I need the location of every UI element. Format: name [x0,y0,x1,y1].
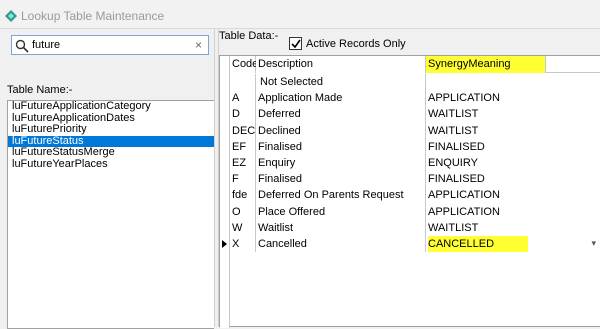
synergy-meaning-value: APPLICATION [428,205,500,218]
window-title: Lookup Table Maintenance [21,9,165,23]
table-row[interactable]: EF Finalised FINALISED [230,138,600,155]
cell-code[interactable]: W [230,219,256,236]
synergy-meaning-value: WAITLIST [428,108,479,121]
synergy-meaning-value: FINALISED [428,173,485,186]
table-row[interactable]: A Application Made APPLICATION [230,90,600,107]
cell-description[interactable]: Enquiry [256,155,426,172]
cell-synergy-meaning[interactable]: WAITLIST [426,220,600,236]
left-pane: future × Table Name:- luFutureApplicatio… [0,29,214,329]
synergy-meaning-value: WAITLIST [428,221,479,234]
synergy-meaning-value: ENQUIRY [428,157,478,169]
synergy-meaning-value: CANCELLED [428,236,529,252]
table-row[interactable]: O Place Offered APPLICATION [230,203,600,220]
table-list-item[interactable]: luFutureYearPlaces [8,158,214,171]
column-header-description[interactable]: Description [256,56,426,73]
checkmark-icon [291,39,301,49]
right-pane: Table Data:- Active Records Only Code De… [219,29,600,328]
table-name-label: Table Name:- [7,84,73,96]
search-input[interactable]: future × [11,35,209,55]
cell-code[interactable]: F [230,171,256,188]
cell-description[interactable]: Waitlist [256,219,426,236]
table-list[interactable]: luFutureApplicationCategory luFutureAppli… [7,100,214,329]
cell-code[interactable]: DEC [230,122,256,139]
table-row[interactable]: EZ Enquiry ENQUIRY [230,155,600,172]
cell-description[interactable]: Deferred [256,106,426,123]
cell-code[interactable]: D [230,106,256,123]
cell-synergy-meaning[interactable]: APPLICATION [426,187,600,203]
synergy-meaning-value: APPLICATION [428,189,500,202]
cell-synergy-meaning[interactable]: WAITLIST [426,123,600,139]
cell-description[interactable]: Finalised [256,138,426,155]
title-bar: Lookup Table Maintenance [0,0,600,29]
cell-synergy-meaning[interactable]: FINALISED [426,171,600,187]
column-header-synergy-meaning[interactable]: SynergyMeaning [426,56,546,73]
search-value[interactable]: future [32,39,60,51]
table-row[interactable]: D Deferred WAITLIST [230,106,600,123]
data-grid[interactable]: Code Description SynergyMeaning Not Sele… [219,55,600,328]
table-data-label: Table Data:- [219,30,279,42]
column-header-code[interactable]: Code [230,56,258,73]
checkbox-box[interactable] [289,37,302,50]
cell-description[interactable]: Cancelled [256,236,426,253]
cell-code[interactable]: A [230,90,256,107]
synergy-meaning-value: APPLICATION [428,92,500,105]
table-row[interactable]: Not Selected [230,74,600,91]
cell-description[interactable]: Finalised [256,171,426,188]
cell-synergy-meaning[interactable]: WAITLIST [426,106,600,122]
cell-code[interactable]: O [230,203,256,220]
cell-synergy-meaning[interactable] [426,74,600,90]
table-row[interactable]: DEC Declined WAITLIST [230,122,600,139]
row-indicator-column[interactable] [220,56,230,328]
table-row[interactable]: fde Deferred On Parents Request APPLICATIO… [230,187,600,204]
cell-description[interactable]: Place Offered [256,203,426,220]
cell-synergy-meaning[interactable]: FINALISED [426,139,600,155]
active-records-label: Active Records Only [306,37,406,50]
cell-synergy-meaning[interactable]: APPLICATION [426,204,600,220]
grid-header: Code Description SynergyMeaning [230,56,600,73]
cell-code[interactable]: fde [230,187,256,204]
cell-code[interactable] [230,74,256,91]
table-row[interactable]: W Waitlist WAITLIST [230,219,600,236]
cell-description[interactable]: Not Selected [256,74,426,91]
table-row[interactable]: X Cancelled CANCELLED ▾ [230,236,600,253]
cell-description[interactable]: Deferred On Parents Request [256,187,426,204]
table-row[interactable]: F Finalised FINALISED [230,171,600,188]
search-icon [15,39,29,53]
synergy-meaning-value: WAITLIST [428,124,479,137]
synergy-meaning-value: FINALISED [428,140,485,153]
cell-description[interactable]: Application Made [256,90,426,107]
current-row-indicator-icon [222,240,227,248]
cell-synergy-meaning[interactable]: CANCELLED [426,236,600,252]
cell-code[interactable]: X [230,236,256,253]
cell-synergy-meaning[interactable]: ENQUIRY [426,155,600,171]
cell-code[interactable]: EZ [230,155,256,172]
app-icon [5,10,17,22]
clear-search-icon[interactable]: × [195,38,202,52]
cell-synergy-meaning[interactable]: APPLICATION [426,90,600,106]
active-records-checkbox[interactable]: Active Records Only [289,37,406,50]
table-list-item[interactable]: luFutureApplicationCategory [8,100,214,113]
cell-description[interactable]: Declined [256,122,426,139]
chevron-down-icon[interactable]: ▾ [591,238,596,249]
cell-code[interactable]: EF [230,138,256,155]
